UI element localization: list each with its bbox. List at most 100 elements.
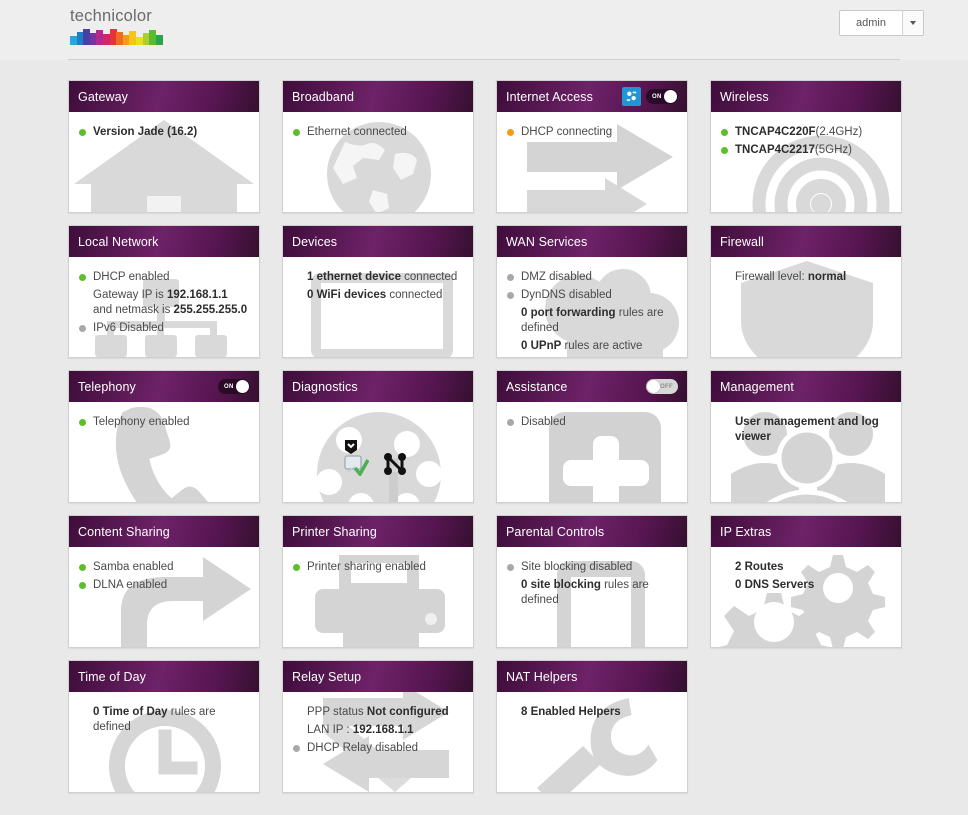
ping-test-icon[interactable] <box>343 454 370 481</box>
card-header-devices: Devices <box>283 226 473 257</box>
status-line: Site blocking disabled <box>507 560 677 575</box>
status-line: PPP status Not configured <box>293 705 463 720</box>
line-text: connected <box>400 271 458 283</box>
card-row: Time of Day 0 Time of Day rules are defin… <box>68 660 908 793</box>
card-title: Internet Access <box>506 89 593 104</box>
line-text: Disabled <box>521 416 566 428</box>
status-dot-green <box>79 564 86 571</box>
card-internet-access[interactable]: Internet Access ON DHCP connecting <box>496 80 688 213</box>
status-line: User management and log viewer <box>721 415 891 445</box>
line-text: Telephony enabled <box>93 416 190 428</box>
line-text: Firewall level: <box>735 271 808 283</box>
card-grid: Gateway Version Jade (16.2) Broadband Ether… <box>68 80 908 805</box>
status-dot-green <box>293 129 300 136</box>
card-title: IP Extras <box>720 524 772 539</box>
card-local-network[interactable]: Local Network DHCP enabled Gateway IP is 1… <box>68 225 260 358</box>
user-menu[interactable]: admin <box>839 10 924 36</box>
status-dot-grey <box>507 564 514 571</box>
line-text: (5GHz) <box>814 144 852 156</box>
card-wireless[interactable]: Wireless TNCAP4C220F(2.4GHz) TNCAP4C2217(5… <box>710 80 902 213</box>
status-line: 2 Routes <box>721 560 891 575</box>
card-lines: PPP status Not configured LAN IP : 192.16… <box>293 705 463 756</box>
line-text: and netmask is <box>93 304 174 316</box>
status-dot-grey <box>79 325 86 332</box>
status-dot-orange <box>507 129 514 136</box>
card-nat-helpers[interactable]: NAT Helpers 8 Enabled Helpers <box>496 660 688 793</box>
line-value: 0 DNS Servers <box>735 579 815 591</box>
card-header-firewall: Firewall <box>711 226 901 257</box>
brand-name: technicolor <box>70 7 152 25</box>
card-lines: Printer sharing enabled <box>293 560 463 575</box>
line-text: DHCP connecting <box>521 126 613 138</box>
page-header: technicolor admin <box>0 0 968 60</box>
card-body-diagnostics <box>283 402 473 502</box>
card-row: Telephony ON Telephony enabled Diagnostics A… <box>68 370 908 503</box>
card-lines: Version Jade (16.2) <box>79 125 249 140</box>
card-ip-extras[interactable]: IP Extras 2 Routes 0 DNS Servers <box>710 515 902 648</box>
card-header-parental-controls: Parental Controls <box>497 516 687 547</box>
technicolor-spectrum-logo-icon <box>70 29 163 45</box>
status-line: DHCP enabled <box>79 270 249 285</box>
status-line: DHCP connecting <box>507 125 677 140</box>
card-title: Assistance <box>506 379 568 394</box>
card-telephony[interactable]: Telephony ON Telephony enabled <box>68 370 260 503</box>
status-line: 8 Enabled Helpers <box>507 705 677 720</box>
card-content-sharing[interactable]: Content Sharing Samba enabled DLNA enabled <box>68 515 260 648</box>
card-header-diagnostics: Diagnostics <box>283 371 473 402</box>
network-nodes-icon[interactable] <box>383 452 407 481</box>
card-header-gateway: Gateway <box>69 81 259 112</box>
card-firewall[interactable]: Firewall Firewall level: normal <box>710 225 902 358</box>
card-title: Time of Day <box>78 669 147 684</box>
card-body-ip-extras: 2 Routes 0 DNS Servers <box>711 547 901 647</box>
status-dot-grey <box>507 292 514 299</box>
toggle-telephony[interactable]: ON <box>218 379 250 394</box>
card-management[interactable]: Management User management and log viewer <box>710 370 902 503</box>
card-wan-services[interactable]: WAN Services DMZ disabled DynDNS disabled 0… <box>496 225 688 358</box>
line-text: IPv6 Disabled <box>93 322 164 334</box>
card-body-gateway: Version Jade (16.2) <box>69 112 259 212</box>
card-lines: 1 ethernet device connected 0 WiFi device… <box>293 270 463 303</box>
toggle-internet-access[interactable]: ON <box>646 89 678 104</box>
toggle-knob <box>236 380 249 393</box>
status-line: 1 ethernet device connected <box>293 270 463 285</box>
card-lines: Firewall level: normal <box>721 270 891 285</box>
status-line: 0 port forwarding rules are defined <box>507 306 677 336</box>
card-parental-controls[interactable]: Parental Controls Site blocking disabled 0… <box>496 515 688 648</box>
status-dot-grey <box>507 274 514 281</box>
chevron-down-icon[interactable] <box>902 11 923 35</box>
card-body-devices: 1 ethernet device connected 0 WiFi device… <box>283 257 473 357</box>
card-header-time-of-day: Time of Day <box>69 661 259 692</box>
card-title: Diagnostics <box>292 379 358 394</box>
card-diagnostics[interactable]: Diagnostics <box>282 370 474 503</box>
card-time-of-day[interactable]: Time of Day 0 Time of Day rules are defin… <box>68 660 260 793</box>
status-line: TNCAP4C2217(5GHz) <box>721 143 891 158</box>
status-line: Gateway IP is 192.168.1.1 and netmask is… <box>79 288 249 318</box>
card-body-relay-setup: PPP status Not configured LAN IP : 192.16… <box>283 692 473 792</box>
card-assistance[interactable]: Assistance OFF Disabled <box>496 370 688 503</box>
status-line: Telephony enabled <box>79 415 249 430</box>
status-line: Ethernet connected <box>293 125 463 140</box>
line-value: 8 Enabled Helpers <box>521 706 621 718</box>
toggle-assistance[interactable]: OFF <box>646 379 678 394</box>
card-broadband[interactable]: Broadband Ethernet connected <box>282 80 474 213</box>
brand-logo[interactable]: technicolor <box>70 7 270 45</box>
card-relay-setup[interactable]: Relay Setup PPP status Not configured LAN … <box>282 660 474 793</box>
status-line: TNCAP4C220F(2.4GHz) <box>721 125 891 140</box>
card-header-assistance: Assistance OFF <box>497 371 687 402</box>
status-line: 0 site blocking rules are defined <box>507 578 677 608</box>
card-title: WAN Services <box>506 234 588 249</box>
card-devices[interactable]: Devices 1 ethernet device connected 0 WiFi… <box>282 225 474 358</box>
card-lines: Samba enabled DLNA enabled <box>79 560 249 593</box>
logo-bar <box>155 35 163 45</box>
line-text: DHCP Relay disabled <box>307 742 419 754</box>
card-printer-sharing[interactable]: Printer Sharing Printer sharing enabled <box>282 515 474 648</box>
card-gateway[interactable]: Gateway Version Jade (16.2) <box>68 80 260 213</box>
card-lines: 0 Time of Day rules are defined <box>79 705 249 735</box>
card-body-printer-sharing: Printer sharing enabled <box>283 547 473 647</box>
settings-gear-icon[interactable] <box>622 87 641 106</box>
card-header-content-sharing: Content Sharing <box>69 516 259 547</box>
status-line: DMZ disabled <box>507 270 677 285</box>
status-line: Printer sharing enabled <box>293 560 463 575</box>
card-body-nat-helpers: 8 Enabled Helpers <box>497 692 687 792</box>
card-header-nat-helpers: NAT Helpers <box>497 661 687 692</box>
